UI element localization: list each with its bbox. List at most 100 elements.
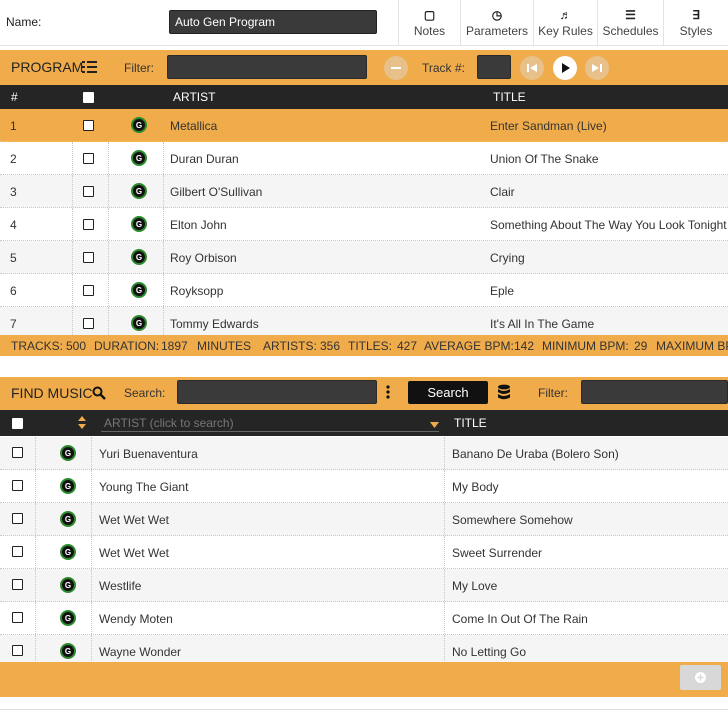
row-checkbox[interactable]	[12, 612, 23, 623]
track-number: 5	[10, 251, 17, 265]
genre-badge-icon: G	[131, 315, 147, 331]
column-artist[interactable]: ARTIST	[173, 90, 215, 104]
track-number: 4	[10, 218, 17, 232]
database-icon[interactable]	[497, 384, 511, 401]
artist-cell: Elton John	[170, 218, 227, 232]
program-toolbar: PROGRAM Filter: Track #:	[0, 50, 728, 85]
list-item[interactable]: G Yuri Buenaventura Banano De Uraba (Bol…	[0, 437, 728, 470]
search-button[interactable]: Search	[408, 381, 488, 404]
schedules-button[interactable]: ☰ Schedules	[597, 0, 663, 46]
key-rules-button[interactable]: ♬ Key Rules	[533, 0, 597, 46]
row-checkbox[interactable]	[12, 645, 23, 656]
list-item[interactable]: G Wet Wet Wet Sweet Surrender	[0, 536, 728, 569]
list-item[interactable]: G Wendy Moten Come In Out Of The Rain	[0, 602, 728, 635]
row-checkbox[interactable]	[12, 579, 23, 590]
row-checkbox[interactable]	[83, 219, 94, 230]
remove-button[interactable]	[384, 56, 408, 80]
list-item[interactable]: G Westlife My Love	[0, 569, 728, 602]
table-row[interactable]: 7 G Tommy Edwards It's All In The Game	[0, 307, 728, 335]
sort-icon[interactable]	[78, 416, 86, 430]
notes-icon: ▢	[423, 8, 436, 22]
search-icon[interactable]	[92, 386, 106, 400]
plus-circle-icon	[695, 672, 706, 683]
artist-search-column[interactable]: ARTIST (click to search)	[104, 416, 234, 430]
notes-button[interactable]: ▢ Notes	[398, 0, 460, 46]
genre-badge-icon: G	[60, 511, 76, 527]
title-cell: Crying	[490, 251, 525, 265]
find-music-result-list: G Yuri Buenaventura Banano De Uraba (Bol…	[0, 437, 728, 662]
program-stats-bar: TRACKS: 500 DURATION: 1897 MINUTES ARTIS…	[0, 335, 728, 356]
min-bpm-label: MINIMUM BPM:	[542, 339, 629, 353]
play-icon	[562, 63, 570, 73]
find-music-toolbar: FIND MUSIC Search: Search Filter:	[0, 377, 728, 410]
artist-cell: Duran Duran	[170, 152, 239, 166]
genre-badge-icon: G	[60, 577, 76, 593]
select-all-checkbox[interactable]	[83, 92, 94, 103]
artist-cell: Roy Orbison	[170, 251, 237, 265]
list-item[interactable]: G Young The Giant My Body	[0, 470, 728, 503]
table-row[interactable]: 4 G Elton John Something About The Way Y…	[0, 208, 728, 241]
genre-badge-icon: G	[60, 544, 76, 560]
titles-label: TITLES:	[348, 339, 393, 353]
row-checkbox[interactable]	[83, 252, 94, 263]
genre-badge-icon: G	[60, 610, 76, 626]
row-checkbox[interactable]	[12, 513, 23, 524]
filter-label: Filter:	[538, 386, 568, 400]
table-row[interactable]: 5 G Roy Orbison Crying	[0, 241, 728, 274]
genre-badge-icon: G	[131, 150, 147, 166]
play-button[interactable]	[553, 56, 577, 80]
genre-badge-icon: G	[131, 249, 147, 265]
title-cell: Banano De Uraba (Bolero Son)	[452, 447, 619, 461]
track-label: Track #:	[422, 61, 465, 75]
track-number: 6	[10, 284, 17, 298]
music-search-input[interactable]	[177, 380, 377, 404]
row-checkbox[interactable]	[83, 120, 94, 131]
table-row[interactable]: 3 G Gilbert O'Sullivan Clair	[0, 175, 728, 208]
music-filter-input[interactable]	[581, 380, 728, 404]
avg-bpm-label: AVERAGE BPM:	[424, 339, 514, 353]
styles-button[interactable]: ∃ Styles	[663, 0, 728, 46]
program-filter-input[interactable]	[167, 55, 367, 79]
row-checkbox[interactable]	[12, 480, 23, 491]
row-checkbox[interactable]	[83, 186, 94, 197]
tracks-value: 500	[66, 339, 87, 353]
row-checkbox[interactable]	[12, 447, 23, 458]
artist-cell: Tommy Edwards	[170, 317, 259, 331]
list-icon[interactable]	[82, 60, 97, 74]
select-all-checkbox[interactable]	[12, 418, 23, 429]
table-row[interactable]: 1 G Metallica Enter Sandman (Live)	[0, 109, 728, 142]
genre-badge-icon: G	[131, 183, 147, 199]
filter-label: Filter:	[124, 61, 154, 75]
key-rules-label: Key Rules	[538, 24, 593, 38]
avg-bpm-value: 142	[514, 339, 535, 353]
table-row[interactable]: 2 G Duran Duran Union Of The Snake	[0, 142, 728, 175]
more-options-icon[interactable]	[385, 384, 391, 400]
search-label: Search:	[124, 386, 166, 400]
list-item[interactable]: G Wet Wet Wet Somewhere Somehow	[0, 503, 728, 536]
next-track-button[interactable]	[585, 56, 609, 80]
add-to-program-button[interactable]	[680, 665, 721, 690]
program-name-input[interactable]	[169, 10, 377, 34]
music-note-icon: ♬	[559, 8, 572, 22]
row-checkbox[interactable]	[83, 285, 94, 296]
title-cell: My Body	[452, 480, 499, 494]
row-checkbox[interactable]	[83, 318, 94, 329]
track-number-input[interactable]	[477, 55, 511, 79]
parameters-button[interactable]: ◷ Parameters	[460, 0, 533, 46]
header-bar: Name: ▢ Notes ◷ Parameters ♬ Key Rules ☰…	[0, 0, 728, 46]
table-row[interactable]: 6 G Royksopp Eple	[0, 274, 728, 307]
row-checkbox[interactable]	[83, 153, 94, 164]
column-title[interactable]: TITLE	[493, 90, 526, 104]
list-item[interactable]: G Wayne Wonder No Letting Go	[0, 635, 728, 662]
title-cell: Eple	[490, 284, 515, 298]
previous-track-button[interactable]	[520, 56, 544, 80]
artists-value: 356	[320, 339, 341, 353]
track-number: 7	[10, 317, 17, 331]
program-table-header: # ARTIST TITLE	[0, 85, 728, 109]
schedules-label: Schedules	[602, 24, 659, 38]
column-title[interactable]: TITLE	[454, 416, 487, 430]
row-checkbox[interactable]	[12, 546, 23, 557]
artist-cell: Wendy Moten	[99, 612, 173, 626]
title-cell: My Love	[452, 579, 498, 593]
chevron-down-icon[interactable]	[430, 422, 439, 428]
